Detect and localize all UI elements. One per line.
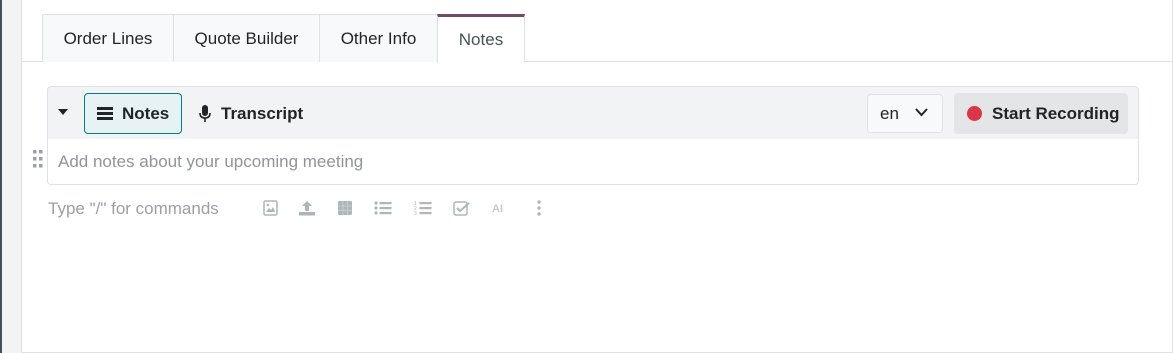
tab-label: Notes bbox=[458, 30, 504, 49]
editor-placeholder: Add notes about your upcoming meeting bbox=[58, 152, 364, 171]
transcript-mode-label: Transcript bbox=[221, 103, 304, 123]
notes-toolbar: Notes Transcript en Start Recording bbox=[47, 86, 1139, 140]
form-sheet: Order Lines Quote Builder Other Info Not… bbox=[21, 0, 1173, 353]
tab-label: Other Info bbox=[340, 28, 417, 48]
checklist-icon[interactable] bbox=[452, 199, 470, 217]
window-edge bbox=[0, 0, 2, 353]
tab-quote-builder[interactable]: Quote Builder bbox=[173, 14, 320, 62]
table-icon[interactable] bbox=[336, 199, 354, 217]
notes-mode-button[interactable]: Notes bbox=[84, 93, 182, 134]
bulleted-list-icon[interactable] bbox=[374, 199, 392, 217]
tab-other-info[interactable]: Other Info bbox=[319, 14, 438, 62]
tab-notes[interactable]: Notes bbox=[437, 14, 525, 63]
more-icon[interactable] bbox=[530, 199, 548, 217]
microphone-icon bbox=[199, 104, 211, 122]
tab-bar: Order Lines Quote Builder Other Info Not… bbox=[22, 14, 1172, 63]
image-icon[interactable] bbox=[261, 199, 279, 217]
notes-mode-label: Notes bbox=[122, 103, 170, 123]
upload-icon[interactable] bbox=[298, 199, 316, 217]
list-icon bbox=[97, 107, 113, 120]
notes-editor[interactable]: Add notes about your upcoming meeting bbox=[47, 139, 1139, 185]
record-dot-icon bbox=[967, 106, 982, 121]
start-recording-button[interactable]: Start Recording bbox=[954, 93, 1128, 134]
tab-label: Quote Builder bbox=[194, 28, 299, 48]
chevron-down-icon bbox=[915, 108, 928, 117]
svg-text:3: 3 bbox=[414, 211, 417, 216]
tab-label: Order Lines bbox=[63, 28, 153, 48]
numbered-list-icon[interactable]: 123 bbox=[414, 199, 432, 217]
ai-icon[interactable]: AI bbox=[491, 199, 509, 217]
transcript-mode-button[interactable]: Transcript bbox=[198, 93, 303, 134]
tab-order-lines[interactable]: Order Lines bbox=[42, 14, 174, 62]
svg-text:AI: AI bbox=[492, 203, 503, 215]
drag-handle-icon[interactable] bbox=[33, 150, 43, 168]
collapse-toggle-icon[interactable] bbox=[56, 105, 70, 119]
language-select[interactable]: en bbox=[867, 94, 943, 133]
language-value: en bbox=[880, 103, 899, 123]
command-hint: Type "/" for commands bbox=[48, 199, 219, 218]
start-recording-label: Start Recording bbox=[992, 103, 1120, 123]
